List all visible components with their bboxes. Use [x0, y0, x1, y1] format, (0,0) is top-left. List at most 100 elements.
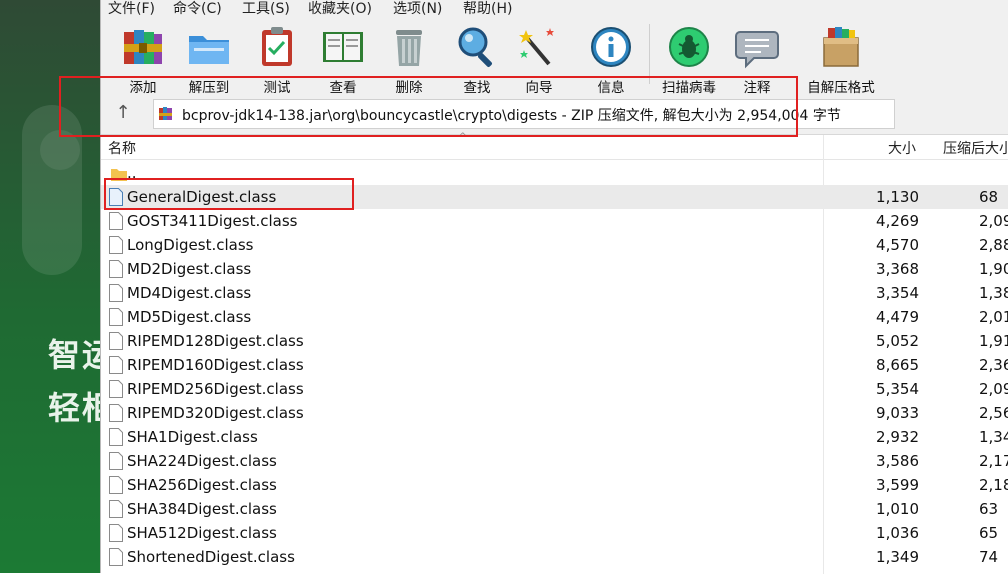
column-name-header[interactable]: 名称	[108, 138, 136, 158]
info-button[interactable]: 信息	[579, 22, 643, 96]
file-row[interactable]: SHA256Digest.class 3,599 2,18	[101, 473, 1008, 497]
file-icon	[109, 548, 123, 566]
view-label: 查看	[329, 80, 357, 96]
find-button[interactable]: 查找	[445, 22, 509, 96]
file-size: 9,033	[876, 404, 919, 422]
virus-scan-button[interactable]: 扫描病毒	[657, 22, 721, 96]
file-row[interactable]: RIPEMD256Digest.class 5,354 2,09	[101, 377, 1008, 401]
menu-tools[interactable]: 工具(S)	[242, 0, 290, 18]
extract-to-label: 解压到	[188, 80, 230, 96]
file-name: RIPEMD128Digest.class	[127, 332, 304, 350]
wizard-button[interactable]: 向导	[507, 22, 571, 96]
file-packed-size: 2,17	[979, 452, 1008, 470]
file-packed-size: 2,88	[979, 236, 1008, 254]
background-text-line2: 轻柜	[48, 389, 100, 427]
file-row[interactable]: LongDigest.class 4,570 2,88	[101, 233, 1008, 257]
sfx-button[interactable]: 自解压格式	[801, 22, 881, 96]
file-icon	[109, 260, 123, 278]
file-packed-size: 1,91	[979, 332, 1008, 350]
file-size: 1,036	[876, 524, 919, 542]
file-name: RIPEMD256Digest.class	[127, 380, 304, 398]
delete-button[interactable]: 删除	[377, 22, 441, 96]
file-size: 4,269	[876, 212, 919, 230]
file-size: 1,130	[876, 188, 919, 206]
info-label: 信息	[597, 80, 625, 96]
file-size: 3,354	[876, 284, 919, 302]
file-size: 3,599	[876, 476, 919, 494]
up-arrow-icon[interactable]: ↑	[111, 101, 135, 125]
file-size: 3,368	[876, 260, 919, 278]
wizard-wand-icon	[519, 28, 554, 66]
menu-bar: 文件(F) 命令(C) 工具(S) 收藏夹(O) 选项(N) 帮助(H)	[101, 0, 1008, 18]
file-row[interactable]: MD4Digest.class 3,354 1,38	[101, 281, 1008, 305]
file-row[interactable]: RIPEMD128Digest.class 5,052 1,91	[101, 329, 1008, 353]
file-row[interactable]: SHA512Digest.class 1,036 65	[101, 521, 1008, 545]
menu-help[interactable]: 帮助(H)	[463, 0, 512, 18]
file-row[interactable]: RIPEMD160Digest.class 8,665 2,36	[101, 353, 1008, 377]
test-clipboard-icon	[262, 27, 292, 66]
file-icon	[109, 356, 123, 374]
comment-button[interactable]: 注释	[725, 22, 789, 96]
address-path: bcprov-jdk14-138.jar\org\bouncycastle\cr…	[182, 108, 841, 124]
file-row[interactable]: SHA1Digest.class 2,932 1,34	[101, 425, 1008, 449]
file-row[interactable]: ShortenedDigest.class 1,349 74	[101, 545, 1008, 569]
address-bar: ↑ bcprov-jdk14-138.jar\org\bouncycastle\…	[101, 97, 1008, 131]
file-packed-size: 2,09	[979, 212, 1008, 230]
view-book-icon	[323, 32, 363, 62]
extract-folder-icon	[189, 36, 229, 64]
sfx-label: 自解压格式	[807, 80, 875, 96]
add-label: 添加	[129, 80, 157, 96]
add-books-icon	[124, 30, 162, 64]
file-packed-size: 2,36	[979, 356, 1008, 374]
file-size: 5,052	[876, 332, 919, 350]
menu-commands[interactable]: 命令(C)	[173, 0, 222, 18]
file-name: SHA1Digest.class	[127, 428, 258, 446]
file-size: 5,354	[876, 380, 919, 398]
file-name: MD2Digest.class	[127, 260, 252, 278]
file-name: GeneralDigest.class	[127, 188, 277, 206]
file-packed-size: 2,18	[979, 476, 1008, 494]
wizard-label: 向导	[525, 80, 553, 96]
file-name: RIPEMD160Digest.class	[127, 356, 304, 374]
file-row[interactable]: MD5Digest.class 4,479 2,01	[101, 305, 1008, 329]
file-icon	[109, 452, 123, 470]
background-app: 智运 轻柜	[0, 0, 100, 573]
archive-window: 文件(F) 命令(C) 工具(S) 收藏夹(O) 选项(N) 帮助(H) 添加	[100, 0, 1008, 574]
file-name: RIPEMD320Digest.class	[127, 404, 304, 422]
file-packed-size: 2,09	[979, 380, 1008, 398]
file-packed-size: 63	[979, 500, 999, 518]
toolbar-separator	[649, 24, 650, 84]
file-packed-size: 68	[979, 188, 999, 206]
file-row[interactable]: GeneralDigest.class 1,130 68	[101, 185, 1008, 209]
file-row[interactable]: SHA384Digest.class 1,010 63	[101, 497, 1008, 521]
file-name: GOST3411Digest.class	[127, 212, 298, 230]
file-row[interactable]: SHA224Digest.class 3,586 2,17	[101, 449, 1008, 473]
chat-bubble-decoration-small	[40, 130, 80, 170]
address-box[interactable]: bcprov-jdk14-138.jar\org\bouncycastle\cr…	[153, 99, 895, 129]
file-name: SHA256Digest.class	[127, 476, 277, 494]
column-size-header[interactable]: 大小	[888, 138, 916, 158]
file-packed-size: 2,01	[979, 308, 1008, 326]
file-row[interactable]: MD2Digest.class 3,368 1,90	[101, 257, 1008, 281]
menu-favorites[interactable]: 收藏夹(O)	[308, 0, 372, 18]
menu-options[interactable]: 选项(N)	[393, 0, 442, 18]
file-icon	[109, 380, 123, 398]
parent-folder-row[interactable]: ..	[101, 161, 1008, 185]
toolbar: 添加 解压到 测试 查看 删除 查找 向导 信息 扫描病毒 注释 自解压格式	[101, 18, 1008, 96]
add-button[interactable]: 添加	[111, 22, 175, 96]
comment-label: 注释	[743, 80, 771, 96]
file-icon	[109, 212, 123, 230]
parent-folder-label: ..	[127, 164, 137, 182]
file-row[interactable]: GOST3411Digest.class 4,269 2,09	[101, 209, 1008, 233]
file-row[interactable]: RIPEMD320Digest.class 9,033 2,56	[101, 401, 1008, 425]
info-icon	[591, 27, 631, 67]
column-packed-header[interactable]: 压缩后大小	[943, 138, 1008, 158]
view-button[interactable]: 查看	[311, 22, 375, 96]
file-packed-size: 1,38	[979, 284, 1008, 302]
file-packed-size: 1,90	[979, 260, 1008, 278]
sfx-box-icon	[823, 27, 859, 67]
file-size: 3,586	[876, 452, 919, 470]
test-button[interactable]: 测试	[245, 22, 309, 96]
extract-to-button[interactable]: 解压到	[177, 22, 241, 96]
menu-file[interactable]: 文件(F)	[108, 0, 155, 18]
